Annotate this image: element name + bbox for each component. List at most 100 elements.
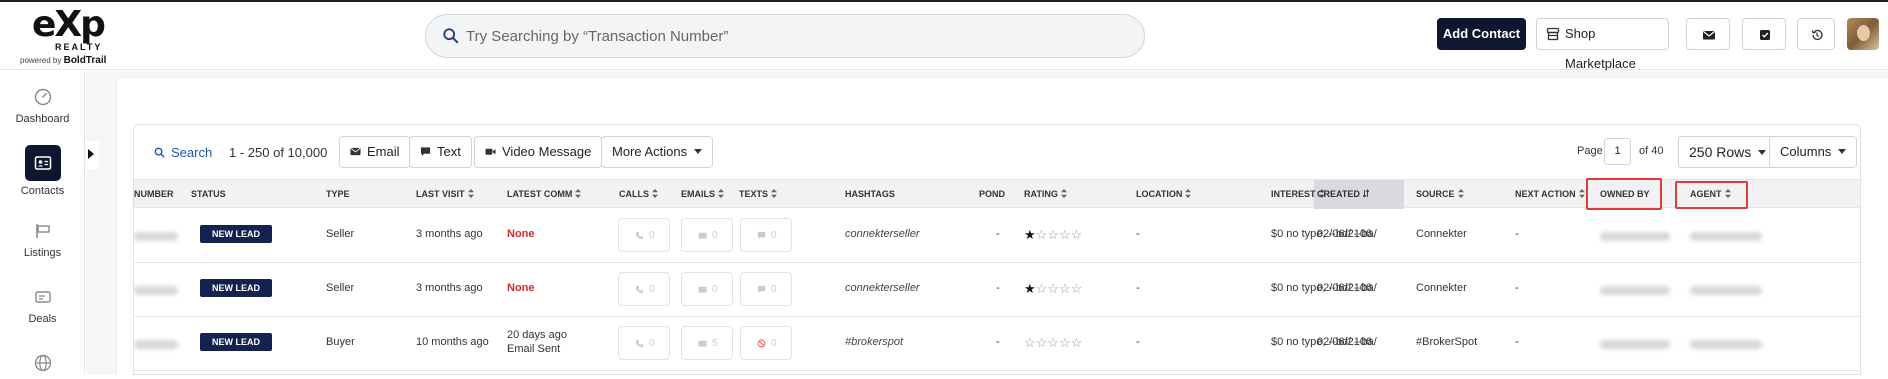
hashtag-cell[interactable]: connekterseller [845, 282, 920, 294]
column-header-rating[interactable]: Rating [1024, 189, 1067, 199]
texts-count: 0 [771, 284, 777, 295]
star-empty-icon[interactable]: ☆ [1036, 335, 1048, 350]
table-row[interactable]: NEW LEAD Seller 3 months ago None 0 0 0 connekt… [134, 209, 1860, 263]
hashtag-cell[interactable]: #brokerspot [845, 336, 903, 348]
messages-button[interactable] [1686, 18, 1730, 50]
chevron-down-icon [1758, 150, 1767, 155]
column-header-label: Location [1136, 189, 1183, 199]
status-badge: NEW LEAD [200, 279, 272, 297]
star-empty-icon[interactable]: ☆ [1071, 335, 1083, 350]
column-header-emails[interactable]: Emails [681, 189, 725, 199]
add-contact-button[interactable]: Add Contact [1437, 18, 1526, 50]
latest-comm-cell: 20 days ago [507, 329, 567, 341]
table-row[interactable]: NEW LEAD Seller 3 months ago None 0 0 0 connekt… [134, 263, 1860, 317]
rows-per-page-label: 250 Rows [1689, 144, 1752, 160]
texts-button[interactable]: 0 [740, 272, 792, 306]
rating-stars[interactable]: ☆☆☆☆☆ [1024, 335, 1082, 351]
columns-dropdown[interactable]: Columns [1769, 136, 1858, 168]
page-number-input[interactable]: 1 [1604, 138, 1631, 165]
more-actions-dropdown[interactable]: More Actions [601, 136, 714, 168]
column-header-hashtags[interactable]: Hashtags [845, 189, 895, 199]
latest-comm-detail: Email Sent [507, 343, 561, 355]
column-header-last-visit[interactable]: Last Visit [416, 189, 474, 199]
rating-stars[interactable]: ★☆☆☆☆ [1024, 281, 1082, 297]
envelope-icon [698, 286, 707, 293]
column-header-next-action[interactable]: Next Action [1515, 189, 1585, 199]
sidebar-item-label: Listings [23, 247, 62, 259]
sidebar-item-dashboard[interactable]: Dashboard [0, 87, 85, 125]
emails-button[interactable]: 0 [681, 218, 733, 252]
column-header-label: Last Visit [416, 189, 465, 199]
star-empty-icon[interactable]: ☆ [1036, 281, 1048, 296]
calls-button[interactable]: 0 [618, 218, 670, 252]
star-empty-icon[interactable]: ☆ [1047, 335, 1059, 350]
hashtag-cell[interactable]: connekterseller [845, 228, 920, 240]
sort-descending-icon [1362, 189, 1369, 198]
location-cell: - [1136, 336, 1140, 348]
emails-button[interactable]: 5 [681, 326, 733, 360]
tasks-button[interactable] [1742, 18, 1786, 50]
texts-button[interactable]: 0 [740, 326, 792, 360]
column-header-latest-comm[interactable]: Latest Comm [507, 189, 582, 199]
agent-highlight-box [1675, 181, 1748, 209]
shop-marketplace-button[interactable]: Shop Marketplace [1536, 18, 1669, 71]
global-search-bar[interactable] [425, 14, 1145, 58]
column-header-label: Latest Comm [507, 189, 573, 199]
pond-cell: - [996, 336, 1000, 348]
calls-button[interactable]: 0 [618, 326, 670, 360]
star-empty-icon[interactable]: ☆ [1059, 227, 1071, 242]
star-empty-icon[interactable]: ☆ [1059, 335, 1071, 350]
sidebar-item-website[interactable] [0, 353, 85, 379]
column-header-calls[interactable]: Calls [619, 189, 658, 199]
star-empty-icon[interactable]: ☆ [1071, 227, 1083, 242]
email-label: Email [367, 144, 400, 159]
video-message-button[interactable]: Video Message [474, 136, 603, 168]
email-button[interactable]: Email [339, 136, 411, 168]
calls-button[interactable]: 0 [618, 272, 670, 306]
column-header-pond[interactable]: Pond [979, 189, 1005, 199]
column-header-status[interactable]: Status [191, 189, 226, 199]
star-empty-icon[interactable]: ☆ [1024, 335, 1036, 350]
caret-right-icon [88, 149, 94, 159]
texts-button[interactable]: 0 [740, 218, 792, 252]
history-button[interactable] [1797, 18, 1835, 50]
exp-realty-logo[interactable]: eXp REALTY powered by BoldTrail [18, 6, 136, 67]
sidebar-expand-toggle[interactable] [85, 141, 99, 169]
sidebar-item-deals[interactable]: Deals [0, 287, 85, 325]
star-empty-icon[interactable]: ☆ [1047, 281, 1059, 296]
sidebar-item-contacts[interactable]: Contacts [0, 145, 85, 197]
column-header-number[interactable]: Number [134, 189, 174, 199]
user-avatar[interactable] [1847, 18, 1879, 50]
column-header-source[interactable]: Source [1416, 189, 1464, 199]
text-button[interactable]: Text [409, 136, 472, 168]
star-empty-icon[interactable]: ☆ [1036, 227, 1048, 242]
star-empty-icon[interactable]: ☆ [1047, 227, 1059, 242]
calls-count: 0 [649, 338, 655, 349]
star-empty-icon[interactable]: ☆ [1059, 281, 1071, 296]
column-header-texts[interactable]: Texts [739, 189, 778, 199]
column-header-label: Interest [1271, 189, 1316, 199]
rating-stars[interactable]: ★☆☆☆☆ [1024, 227, 1082, 243]
star-empty-icon[interactable]: ☆ [1071, 281, 1083, 296]
global-search-input[interactable] [466, 21, 1126, 51]
column-header-type[interactable]: Type [326, 189, 350, 199]
table-search-link[interactable]: Search [154, 145, 212, 160]
pond-cell: - [996, 282, 1000, 294]
column-header-location[interactable]: Location [1136, 189, 1192, 199]
latest-comm-cell: None [507, 282, 535, 294]
sidebar-item-label: Contacts [20, 185, 65, 197]
search-icon [154, 147, 165, 158]
sidebar-item-listings[interactable]: Listings [0, 221, 85, 259]
powered-prefix: powered by [20, 56, 62, 65]
envelope-icon [698, 232, 707, 239]
emails-button[interactable]: 0 [681, 272, 733, 306]
rows-per-page-dropdown[interactable]: 250 Rows [1678, 136, 1778, 168]
table-row[interactable]: NEW LEAD Buyer 10 months ago 20 days ago Ema… [134, 317, 1860, 371]
more-actions-label: More Actions [612, 144, 688, 159]
source-cell: Connekter [1416, 282, 1467, 294]
column-header-created[interactable]: Created [1317, 189, 1369, 199]
sidebar-item-label: Dashboard [15, 113, 70, 125]
type-cell: Seller [326, 228, 355, 240]
star-filled-icon[interactable]: ★ [1024, 227, 1036, 242]
star-filled-icon[interactable]: ★ [1024, 281, 1036, 296]
